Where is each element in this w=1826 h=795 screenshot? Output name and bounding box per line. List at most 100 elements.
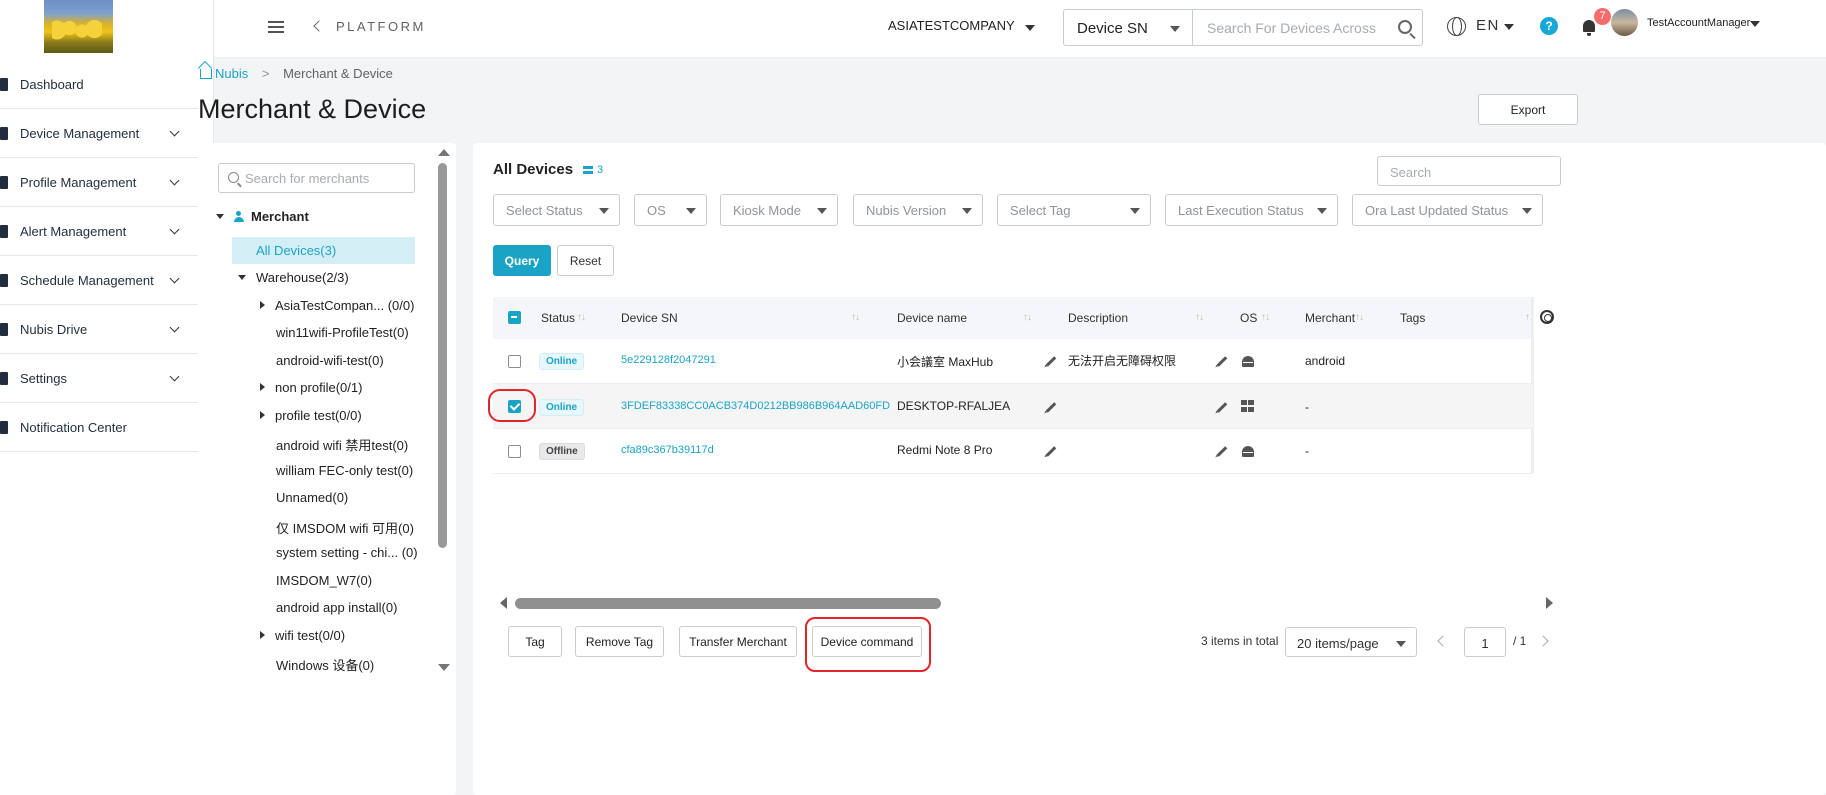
device-sn-link[interactable]: 3FDEF83338CC0ACB374D0212BB986B964AAD60FD	[621, 400, 890, 412]
column-header-device-sn[interactable]: Device SN	[621, 311, 678, 325]
scroll-down-arrow-icon[interactable]	[438, 664, 450, 671]
edit-name-pencil-icon[interactable]	[1045, 402, 1057, 413]
avatar[interactable]	[1611, 9, 1638, 36]
edit-name-pencil-icon[interactable]	[1045, 446, 1057, 457]
merchant-search-input[interactable]: Search for merchants	[218, 163, 415, 193]
filter-status[interactable]: Select Status	[493, 194, 620, 226]
tree-node[interactable]: non profile(0/1)	[260, 380, 362, 395]
caret-down-icon[interactable]	[1025, 25, 1035, 31]
tag-button[interactable]: Tag	[508, 626, 562, 657]
platform-label[interactable]: PLATFORM	[336, 19, 426, 34]
tree-node[interactable]: Unnamed(0)	[276, 490, 348, 505]
device-sn-link[interactable]: 5e229128f2047291	[621, 354, 716, 366]
caret-right-icon[interactable]	[260, 383, 265, 391]
breadcrumb-home[interactable]: Nubis	[200, 66, 248, 81]
filter-tag[interactable]: Select Tag	[997, 194, 1151, 226]
tree-node[interactable]: profile test(0/0)	[260, 408, 362, 423]
sidebar-item-device-management[interactable]: Device Management	[0, 109, 198, 158]
filter-kiosk-mode[interactable]: Kiosk Mode	[720, 194, 838, 226]
prev-page-icon[interactable]	[1437, 635, 1449, 647]
sidebar-item-profile-management[interactable]: Profile Management	[0, 158, 198, 207]
sort-icon[interactable]: ↑↓	[1355, 312, 1364, 323]
chevron-left-icon[interactable]	[313, 20, 325, 32]
edit-description-pencil-icon[interactable]	[1216, 402, 1228, 413]
export-button[interactable]: Export	[1478, 94, 1578, 125]
column-header-merchant[interactable]: Merchant	[1305, 311, 1355, 325]
remove-tag-button[interactable]: Remove Tag	[575, 626, 664, 657]
row-checkbox[interactable]	[508, 445, 521, 458]
filter-nubis-version[interactable]: Nubis Version	[853, 194, 983, 226]
table-row[interactable]: Offline cfa89c367b39117d Redmi Note 8 Pr…	[493, 429, 1533, 474]
device-search-input[interactable]: Search	[1377, 156, 1561, 186]
sort-icon[interactable]: ↑↓	[1195, 312, 1204, 323]
filter-os[interactable]: OS	[634, 194, 707, 226]
language-selector[interactable]: EN	[1476, 17, 1500, 34]
tree-node[interactable]: Windows 设备(0)	[276, 655, 374, 674]
caret-right-icon[interactable]	[260, 300, 265, 309]
sidebar-item-settings[interactable]: Settings	[0, 354, 198, 403]
tree-root-merchant[interactable]: Merchant	[216, 209, 309, 224]
tree-node[interactable]: william FEC-only test(0)	[276, 463, 413, 478]
select-all-checkbox[interactable]	[508, 311, 521, 324]
sidebar-item-schedule-management[interactable]: Schedule Management	[0, 256, 198, 305]
sidebar-item-notification-center[interactable]: Notification Center	[0, 403, 198, 452]
transfer-merchant-button[interactable]: Transfer Merchant	[679, 626, 797, 657]
filter-ora-last-updated-status[interactable]: Ora Last Updated Status	[1352, 194, 1543, 226]
horizontal-scrollbar[interactable]	[515, 598, 941, 609]
tree-node[interactable]: android wifi 禁用test(0)	[276, 435, 408, 454]
edit-description-pencil-icon[interactable]	[1216, 356, 1228, 367]
caret-down-icon[interactable]	[1504, 24, 1514, 30]
tree-node[interactable]: android app install(0)	[276, 600, 397, 615]
column-header-status[interactable]: Status	[541, 311, 575, 325]
tree-node[interactable]: wifi test(0/0)	[260, 628, 345, 643]
hamburger-menu-icon[interactable]	[268, 21, 284, 33]
sort-icon[interactable]: ↑↓	[851, 312, 860, 323]
caret-down-icon[interactable]	[238, 275, 246, 280]
column-header-os[interactable]: OS	[1240, 311, 1257, 325]
scroll-up-arrow-icon[interactable]	[438, 149, 450, 156]
company-selector[interactable]: ASIATESTCOMPANY	[888, 18, 1015, 33]
help-icon[interactable]: ?	[1540, 17, 1558, 35]
column-header-description[interactable]: Description	[1068, 311, 1128, 325]
gear-icon[interactable]	[1540, 310, 1554, 324]
reset-button[interactable]: Reset	[557, 245, 614, 276]
caret-right-icon[interactable]	[260, 410, 265, 419]
tree-node[interactable]: win11wifi-ProfileTest(0)	[276, 325, 409, 340]
scroll-left-arrow-icon[interactable]	[500, 597, 507, 609]
tree-node[interactable]: android-wifi-test(0)	[276, 353, 384, 368]
device-sn-link[interactable]: cfa89c367b39117d	[621, 444, 714, 456]
edit-description-pencil-icon[interactable]	[1216, 446, 1228, 457]
tree-node-all-devices[interactable]: All Devices(3)	[232, 237, 415, 264]
global-search-input[interactable]: Search For Devices Across	[1192, 9, 1423, 46]
table-row[interactable]: Online 5e229128f2047291 小会議室 MaxHub 无法开启…	[493, 339, 1533, 384]
tree-node[interactable]: 仅 IMSDOM wifi 可用(0)	[276, 518, 414, 537]
edit-name-pencil-icon[interactable]	[1045, 356, 1057, 367]
sort-icon[interactable]: ↑↓	[1023, 312, 1032, 323]
query-button[interactable]: Query	[493, 245, 551, 276]
page-size-select[interactable]: 20 items/page	[1285, 627, 1417, 657]
caret-right-icon[interactable]	[260, 630, 265, 639]
page-input[interactable]: 1	[1464, 627, 1506, 657]
merchant-scrollbar[interactable]	[438, 163, 447, 548]
tree-node[interactable]: system setting - chi... (0)	[276, 545, 418, 560]
scroll-right-arrow-icon[interactable]	[1546, 597, 1553, 609]
caret-down-icon[interactable]	[216, 214, 224, 219]
next-page-icon[interactable]	[1537, 635, 1549, 647]
sidebar-item-nubis-drive[interactable]: Nubis Drive	[0, 305, 198, 354]
tree-node[interactable]: AsiaTestCompan... (0/0)	[260, 298, 414, 313]
caret-down-icon[interactable]	[1750, 21, 1760, 27]
row-checkbox[interactable]	[508, 355, 521, 368]
tree-node[interactable]: IMSDOM_W7(0)	[276, 573, 372, 588]
column-header-tags[interactable]: Tags	[1400, 311, 1425, 325]
sort-icon[interactable]: ↑↓	[577, 312, 586, 323]
sort-icon[interactable]: ↑↓	[1261, 312, 1270, 323]
sidebar-item-dashboard[interactable]: Dashboard	[0, 60, 198, 109]
bell-icon[interactable]	[1583, 20, 1595, 36]
table-row[interactable]: Online 3FDEF83338CC0ACB374D0212BB986B964…	[493, 384, 1533, 429]
filter-last-execution-status[interactable]: Last Execution Status	[1165, 194, 1338, 226]
globe-icon[interactable]	[1447, 17, 1466, 36]
column-header-device-name[interactable]: Device name	[897, 311, 967, 325]
search-scope-select[interactable]: Device SN	[1063, 9, 1193, 46]
sidebar-item-alert-management[interactable]: Alert Management	[0, 207, 198, 256]
search-icon[interactable]	[1398, 20, 1412, 34]
